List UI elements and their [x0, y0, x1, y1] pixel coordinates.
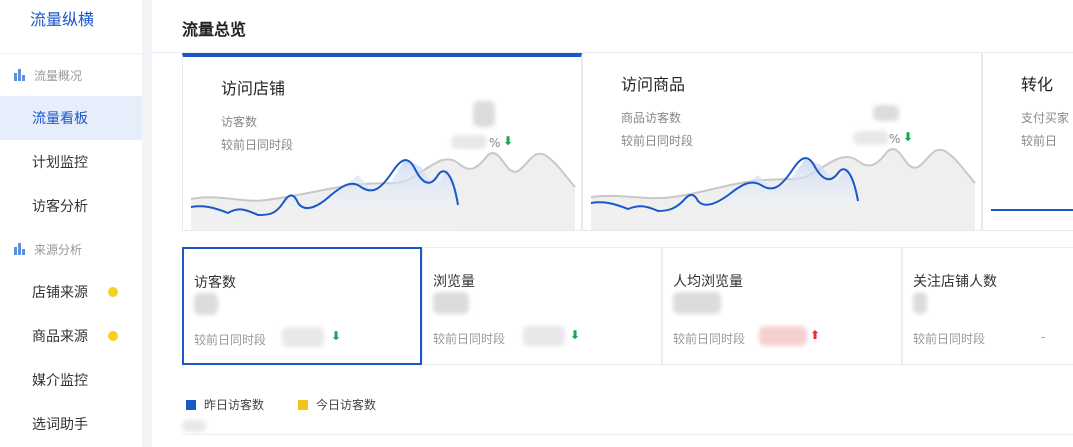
card-metric-label: 支付买家 [1021, 111, 1070, 125]
tile-pageviews[interactable]: 浏览量 较前日同时段 ⬇ [422, 247, 662, 365]
main-panel: 流量总览 访问店铺 访客数 较前日同时段 % ⬇ 访问商品 商品访客数 较前日同… [152, 0, 1073, 447]
sidebar-item-product-source[interactable]: 商品来源 [0, 314, 142, 358]
blurred-value [473, 101, 495, 127]
blurred-value [873, 105, 899, 121]
blurred-value [523, 326, 565, 346]
card-metric-label: 商品访客数 [621, 111, 682, 125]
up-arrow-icon: ⬆ [810, 328, 821, 342]
trend-sparkline [190, 152, 576, 230]
bar-chart-icon [14, 243, 26, 255]
brand-title[interactable]: 流量纵横 [0, 0, 142, 54]
blurred-value [433, 292, 469, 314]
blurred-value [759, 326, 807, 346]
card-visit-shop[interactable]: 访问店铺 访客数 较前日同时段 % ⬇ [182, 53, 582, 231]
tile-label: 人均浏览量 [673, 274, 743, 290]
card-metric-label: 访客数 [221, 115, 258, 129]
card-title: 转化 [1021, 75, 1054, 94]
tile-visitors[interactable]: 访客数 较前日同时段 ⬇ [182, 247, 422, 365]
blurred-value [282, 327, 324, 347]
sidebar-item-label: 选词助手 [32, 417, 88, 433]
sidebar-group-source-analysis: 来源分析 [0, 228, 142, 270]
tile-compare-label: 较前日同时段 [913, 332, 986, 346]
page-title: 流量总览 [182, 20, 247, 39]
sidebar-item-shop-source[interactable]: 店铺来源 [0, 270, 142, 314]
tile-compare-value: - [1041, 330, 1046, 344]
tile-label: 浏览量 [433, 274, 475, 290]
blurred-value [673, 292, 721, 314]
sidebar-item-label: 流量看板 [32, 111, 88, 127]
legend-swatch-today [298, 399, 309, 410]
tile-shop-followers[interactable]: 关注店铺人数 较前日同时段 - [902, 247, 1073, 365]
legend-swatch-yesterday [186, 399, 196, 410]
sidebar-item-keyword-helper[interactable]: 选词助手 [0, 402, 142, 446]
sidebar-group-label: 流量概况 [34, 68, 83, 83]
legend-label-yesterday[interactable]: 昨日访客数 [204, 396, 264, 413]
tile-compare-label: 较前日同时段 [673, 332, 746, 346]
tile-compare-label: 较前日同时段 [194, 333, 267, 347]
sidebar-item-label: 店铺来源 [32, 285, 88, 301]
sidebar-item-media-monitor[interactable]: 媒介监控 [0, 358, 142, 402]
sidebar-item-label: 媒介监控 [32, 373, 88, 389]
sidebar-item-label: 商品来源 [32, 329, 88, 345]
sidebar-item-plan-monitor[interactable]: 计划监控 [0, 140, 142, 184]
sidebar-item-label: 访客分析 [32, 199, 88, 215]
legend-label-today[interactable]: 今日访客数 [316, 396, 376, 413]
blurred-value [182, 420, 206, 432]
divider [182, 434, 1073, 435]
down-arrow-icon: ⬇ [331, 329, 342, 343]
tile-label: 关注店铺人数 [913, 274, 997, 290]
bar-chart-icon [14, 69, 26, 81]
trend-sparkline [991, 209, 1073, 211]
blurred-value [913, 292, 927, 314]
card-compare-label: 较前日 [1021, 134, 1058, 148]
sidebar-item-visitor-analysis[interactable]: 访客分析 [0, 184, 142, 228]
chart-legend: 昨日访客数 今日访客数 [186, 396, 410, 413]
sidebar-group-traffic-overview: 流量概况 [0, 54, 142, 96]
card-visit-product[interactable]: 访问商品 商品访客数 较前日同时段 % ⬇ [582, 53, 982, 231]
card-conversion[interactable]: 转化 支付买家 较前日 [982, 53, 1073, 231]
trend-sparkline [590, 148, 976, 230]
sidebar-item-traffic-board[interactable]: 流量看板 [0, 96, 142, 140]
down-arrow-icon: ⬇ [570, 328, 581, 342]
down-arrow-icon: ⬇ [503, 134, 514, 148]
tile-label: 访客数 [194, 275, 236, 291]
notification-dot [108, 331, 118, 341]
blurred-value [194, 293, 218, 315]
sidebar: 流量纵横 流量概况 流量看板 计划监控 访客分析 来源分析 店铺来源 商品来源 … [0, 0, 142, 447]
notification-dot [108, 287, 118, 297]
tile-avg-pageviews[interactable]: 人均浏览量 较前日同时段 ⬆ [662, 247, 902, 365]
card-title: 访问店铺 [221, 79, 286, 98]
tile-compare-label: 较前日同时段 [433, 332, 506, 346]
card-title: 访问商品 [621, 75, 686, 94]
sidebar-group-label: 来源分析 [34, 242, 83, 257]
sidebar-item-label: 计划监控 [32, 155, 88, 171]
down-arrow-icon: ⬇ [903, 130, 914, 144]
